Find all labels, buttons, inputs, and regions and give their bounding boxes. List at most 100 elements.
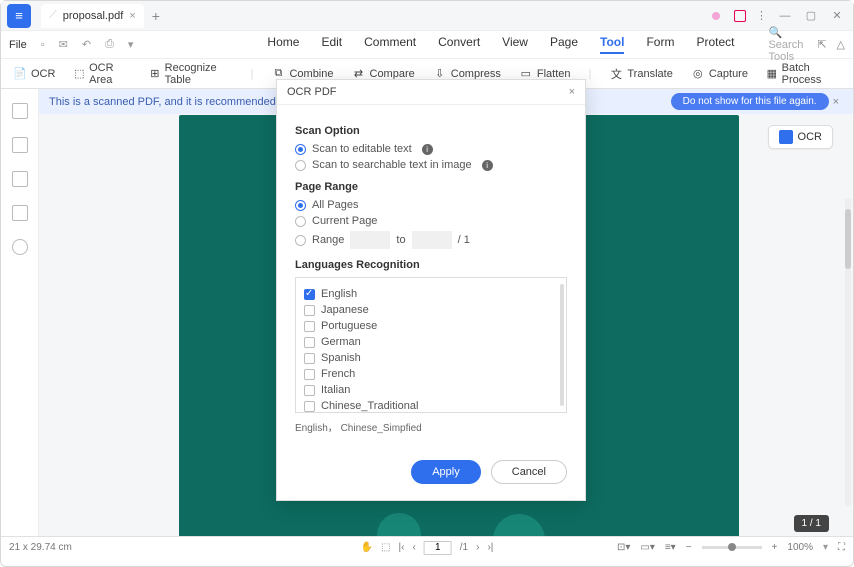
info-icon[interactable]: i [422,144,433,155]
hand-tool-icon[interactable]: ✋ [361,542,373,553]
checkbox[interactable] [304,401,315,412]
banner-noshow-button[interactable]: Do not show for this file again. [671,93,829,110]
radio-current-page[interactable] [295,216,306,227]
page-range-heading: Page Range [295,181,567,193]
notification-icon[interactable] [734,10,746,22]
bookmark-icon: ⟋ [49,9,57,22]
menu-form[interactable]: Form [646,35,674,54]
radio-range[interactable] [295,235,306,246]
languages-heading: Languages Recognition [295,259,567,271]
languages-list[interactable]: English Japanese Portuguese German Spanish Fr… [295,277,567,413]
fit-page-icon[interactable]: ⊡▾ [617,542,630,553]
lang-item[interactable]: Italian [304,384,558,396]
close-icon[interactable]: × [129,10,135,22]
menu-protect[interactable]: Protect [696,35,734,54]
range-to-input[interactable] [412,231,452,249]
first-page-icon[interactable]: |‹ [399,542,405,553]
prev-page-icon[interactable]: ‹ [412,542,415,553]
dialog-title: OCR PDF [287,86,337,98]
select-tool-icon[interactable]: ⬚ [381,542,390,553]
checkbox[interactable] [304,385,315,396]
page-number-input[interactable] [424,541,452,555]
view-mode-icon[interactable]: ▭▾ [640,542,654,553]
search-tools-input[interactable]: Search Tools [768,39,803,63]
close-window-button[interactable]: ✕ [829,9,845,22]
lang-item[interactable]: German [304,336,558,348]
checkbox[interactable] [304,289,315,300]
lang-item[interactable]: Spanish [304,352,558,364]
radio-editable[interactable] [295,144,306,155]
radio-searchable[interactable] [295,160,306,171]
add-tab-button[interactable]: + [152,8,160,24]
bookmarks-icon[interactable] [12,137,28,153]
next-page-icon[interactable]: › [476,542,479,553]
ocr-floating-button[interactable]: OCR [768,125,833,149]
share-icon[interactable]: ⇱ [817,38,826,51]
checkbox[interactable] [304,305,315,316]
tool-ocr[interactable]: 📄OCR [13,67,55,81]
tool-capture[interactable]: ◎Capture [691,67,748,81]
print-icon[interactable]: ⎙ [105,38,114,51]
zoom-in-icon[interactable]: + [772,542,778,553]
dialog-close-icon[interactable]: × [569,86,575,98]
attachments-icon[interactable] [12,205,28,221]
document-tab[interactable]: ⟋ proposal.pdf × [41,4,144,28]
search-panel-icon[interactable] [12,239,28,255]
apply-button[interactable]: Apply [411,460,481,484]
left-sidebar [1,89,39,536]
thumbnails-icon[interactable] [12,103,28,119]
reflow-icon[interactable]: ≡▾ [665,542,676,553]
menu-comment[interactable]: Comment [364,35,416,54]
menu-view[interactable]: View [502,35,528,54]
minimize-button[interactable]: — [777,10,793,22]
lang-label: French [321,368,355,380]
zoom-slider[interactable] [702,546,762,549]
banner-close-icon[interactable]: × [829,96,843,108]
lang-item[interactable]: Portuguese [304,320,558,332]
cloud-icon[interactable]: △ [837,38,845,51]
menu-tool[interactable]: Tool [600,35,624,54]
fullscreen-icon[interactable]: ⛶ [838,542,845,553]
save-icon[interactable]: ▫ [41,39,45,51]
lang-label: Spanish [321,352,361,364]
tool-translate[interactable]: 文Translate [609,67,672,81]
menu-convert[interactable]: Convert [438,35,480,54]
quickbar: File ▫ ✉ ↶ ⎙ ▾ Home Edit Comment Convert… [1,31,853,59]
table-icon: ⊞ [149,67,161,81]
menu-page[interactable]: Page [550,35,578,54]
lang-item[interactable]: Chinese_Traditional [304,400,558,412]
file-menu[interactable]: File [9,39,27,51]
menu-home[interactable]: Home [267,35,299,54]
app-icon: ≡ [7,4,31,28]
lang-item[interactable]: French [304,368,558,380]
info-icon[interactable]: i [482,160,493,171]
checkbox[interactable] [304,337,315,348]
checkbox[interactable] [304,321,315,332]
zoom-out-icon[interactable]: − [686,542,692,553]
range-from-input[interactable] [350,231,390,249]
maximize-button[interactable]: ▢ [803,9,819,22]
lang-item[interactable]: Japanese [304,304,558,316]
tool-ocr-area[interactable]: ⬚OCR Area [73,62,131,86]
menu-edit[interactable]: Edit [321,35,342,54]
last-page-icon[interactable]: ›| [487,542,493,553]
page-badge: 1 / 1 [794,515,829,532]
checkbox[interactable] [304,369,315,380]
dropdown-icon[interactable]: ▾ [128,38,134,51]
radio-all-pages[interactable] [295,200,306,211]
lang-label: Japanese [321,304,369,316]
lang-item[interactable]: English [304,288,558,300]
cancel-button[interactable]: Cancel [491,460,567,484]
kebab-icon[interactable]: ⋮ [756,9,767,22]
undo-icon[interactable]: ↶ [82,38,91,51]
vertical-scrollbar[interactable] [845,199,851,506]
tool-batch-process[interactable]: ▦Batch Process [766,62,841,86]
lang-label: English [321,288,357,300]
checkbox[interactable] [304,353,315,364]
tool-recognize-table[interactable]: ⊞Recognize Table [149,62,233,86]
comments-icon[interactable] [12,171,28,187]
mail-icon[interactable]: ✉ [59,38,68,51]
zoom-level: 100% [787,542,813,553]
capture-icon: ◎ [691,67,705,81]
search-icon: 🔍 [768,27,782,39]
